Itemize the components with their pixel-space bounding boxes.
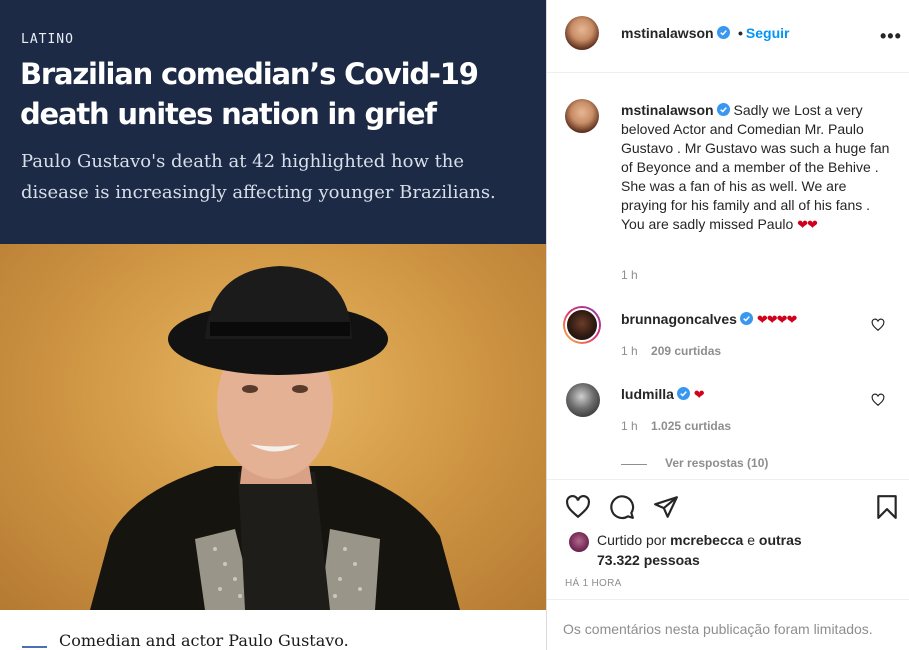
comment-username[interactable]: ludmilla bbox=[621, 386, 674, 402]
article-caption: Comedian and actor Paulo Gustavo. bbox=[59, 631, 349, 650]
comment-username[interactable]: brunnagoncalves bbox=[621, 311, 737, 327]
article-caption-bar: Comedian and actor Paulo Gustavo. bbox=[0, 610, 546, 650]
comment-likes[interactable]: 1.025 curtidas bbox=[651, 419, 731, 433]
comment-meta: 1 h 1.025 curtidas bbox=[621, 419, 731, 433]
comment-text: ❤ bbox=[693, 387, 705, 402]
comment-avatar-brunnagoncalves[interactable] bbox=[563, 306, 601, 344]
post-caption: mstinalawson Sadly we Lost a very belove… bbox=[621, 101, 891, 234]
replies-rule bbox=[621, 464, 647, 465]
portrait-illustration bbox=[90, 266, 460, 610]
share-icon[interactable] bbox=[653, 494, 679, 520]
comments-limited-text: Os comentários nesta publicação foram li… bbox=[563, 621, 873, 637]
caption-rule bbox=[22, 646, 47, 648]
comment-ludmilla: ludmilla ❤ bbox=[621, 386, 705, 403]
caption-hearts: ❤❤ bbox=[797, 217, 818, 232]
comments-section[interactable]: mstinalawson Sadly we Lost a very belove… bbox=[547, 73, 909, 479]
verified-icon bbox=[739, 312, 753, 325]
post-timestamp[interactable]: HÁ 1 HORA bbox=[565, 578, 622, 589]
author-username[interactable]: mstinalawson bbox=[621, 25, 730, 41]
liked-by-user[interactable]: mcrebecca bbox=[670, 532, 743, 548]
verified-icon bbox=[676, 387, 690, 400]
comment-like-heart-icon[interactable] bbox=[871, 393, 885, 407]
verified-icon bbox=[716, 26, 730, 39]
post-actions: Curtido por mcrebecca e outras 73.322 pe… bbox=[547, 479, 909, 599]
more-icon[interactable]: ••• bbox=[880, 26, 902, 47]
view-replies-button[interactable]: Ver respostas (10) bbox=[665, 456, 768, 470]
article-photo bbox=[0, 244, 546, 610]
comment-brunnagoncalves: brunnagoncalves ❤❤❤❤ bbox=[621, 311, 798, 328]
comment-like-heart-icon[interactable] bbox=[871, 318, 885, 332]
comment-time: 1 h bbox=[621, 344, 638, 358]
comment-likes[interactable]: 209 curtidas bbox=[651, 344, 721, 358]
follow-button[interactable]: • Seguir bbox=[738, 25, 789, 41]
caption-author[interactable]: mstinalawson bbox=[621, 102, 714, 118]
comment-avatar-ludmilla[interactable] bbox=[566, 383, 600, 417]
post-header: mstinalawson • Seguir ••• bbox=[547, 0, 909, 73]
caption-time: 1 h bbox=[621, 268, 638, 282]
author-avatar[interactable] bbox=[565, 16, 599, 50]
article-kicker: LATINO bbox=[21, 32, 74, 47]
post-panel: mstinalawson • Seguir ••• mstinalawson Sa… bbox=[546, 0, 909, 650]
comment-text: ❤❤❤❤ bbox=[756, 312, 798, 327]
comment-icon[interactable] bbox=[609, 494, 635, 520]
article-deck: Paulo Gustavo's death at 42 highlighted … bbox=[21, 151, 496, 203]
bookmark-icon[interactable] bbox=[874, 494, 900, 520]
verified-icon bbox=[716, 103, 730, 116]
article-headline: Brazilian comedian’s Covid-19 death unit… bbox=[20, 57, 479, 131]
comment-meta: 1 h 209 curtidas bbox=[621, 344, 721, 358]
caption-body: Sadly we Lost a very beloved Actor and C… bbox=[621, 102, 890, 232]
liked-by-text: Curtido por mcrebecca e outras 73.322 pe… bbox=[597, 532, 802, 568]
comment-time: 1 h bbox=[621, 419, 638, 433]
heart-icon[interactable] bbox=[565, 494, 591, 520]
comments-limited-notice: Os comentários nesta publicação foram li… bbox=[547, 599, 909, 650]
caption-author-avatar[interactable] bbox=[565, 99, 599, 133]
liker-avatar[interactable] bbox=[569, 532, 589, 552]
post-media[interactable]: LATINO Brazilian comedian’s Covid-19 dea… bbox=[0, 0, 546, 650]
article-header: LATINO Brazilian comedian’s Covid-19 dea… bbox=[0, 0, 546, 244]
